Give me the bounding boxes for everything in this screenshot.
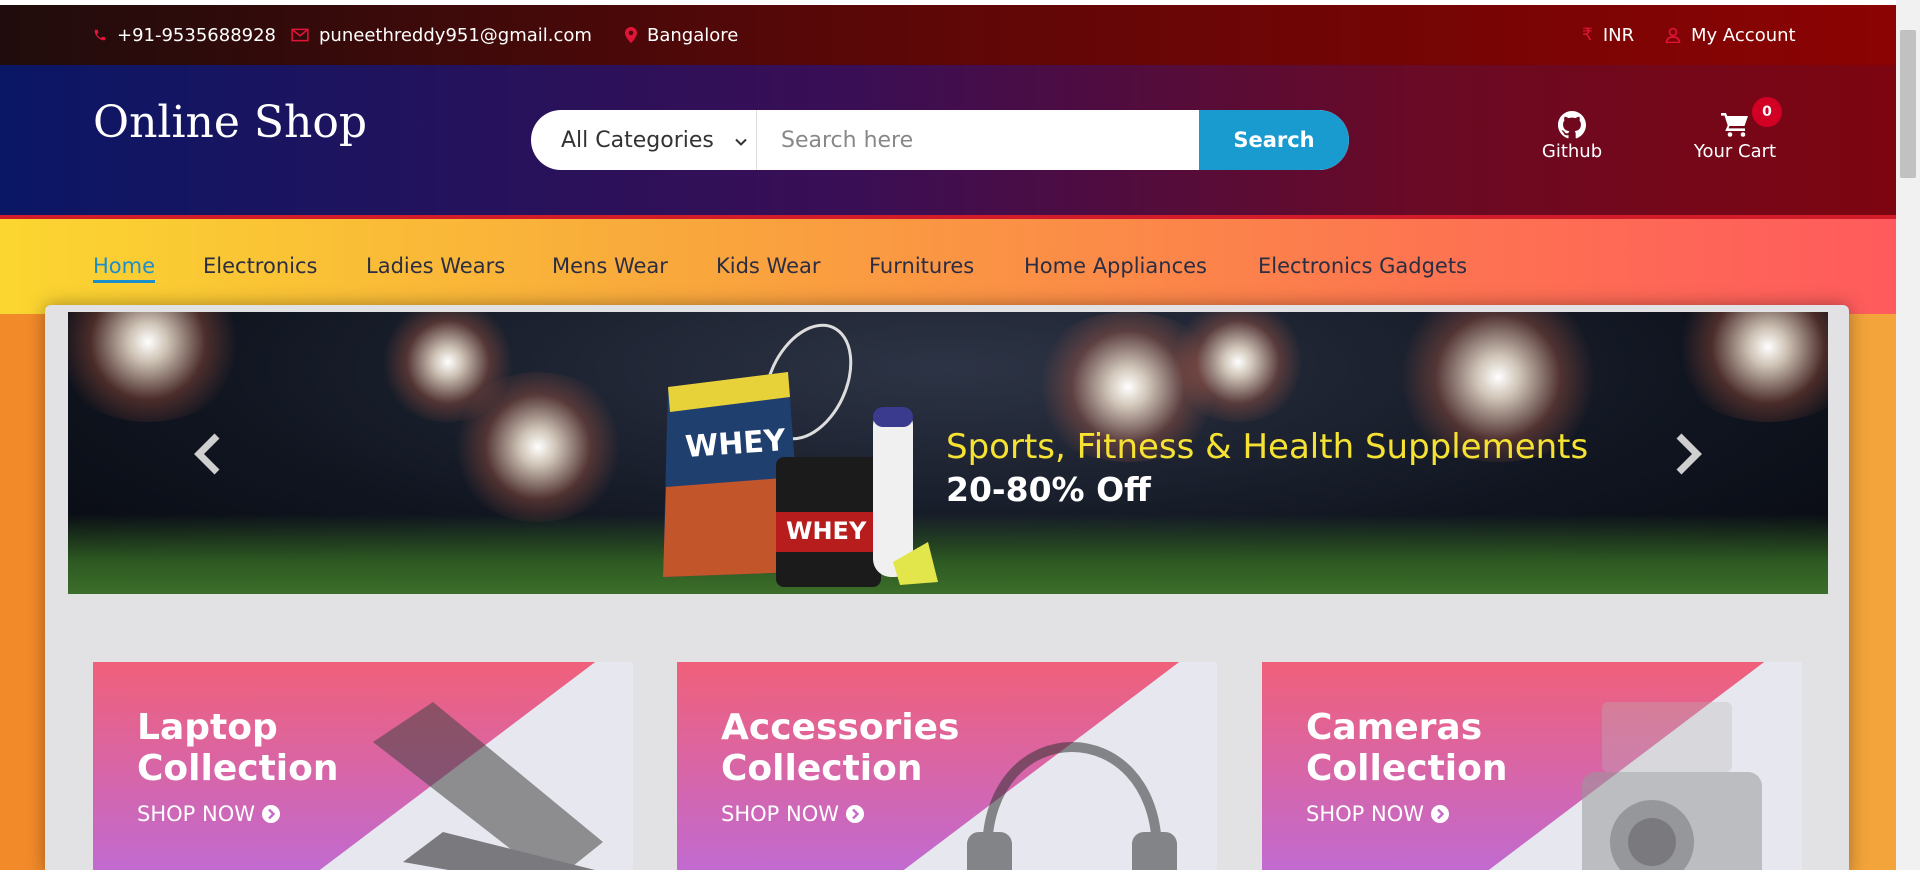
shop-now-link[interactable]: SHOP NOW bbox=[1306, 802, 1449, 826]
collection-title-line2: Collection bbox=[1306, 748, 1508, 789]
cart-icon: 0 bbox=[1692, 97, 1782, 139]
shop-now-label: SHOP NOW bbox=[721, 802, 839, 826]
nav-item-ladies-wears[interactable]: Ladies Wears bbox=[366, 254, 505, 278]
scrollbar-thumb[interactable] bbox=[1900, 30, 1916, 178]
collection-card-cameras[interactable]: Cameras Collection SHOP NOW bbox=[1262, 662, 1802, 870]
svg-text:WHEY: WHEY bbox=[786, 517, 867, 545]
page-scrollbar[interactable] bbox=[1896, 0, 1920, 870]
chevron-left-icon bbox=[194, 433, 220, 475]
collection-title: Cameras Collection bbox=[1306, 707, 1606, 789]
nav-item-electronics[interactable]: Electronics bbox=[203, 254, 317, 278]
search-input[interactable] bbox=[757, 110, 1199, 170]
search-bar: All Categories Search bbox=[531, 110, 1349, 170]
location-text: Bangalore bbox=[647, 24, 739, 46]
nav-item-kids-wear[interactable]: Kids Wear bbox=[716, 254, 821, 278]
nav-item-home[interactable]: Home bbox=[93, 254, 156, 283]
nav-item-home-appliances[interactable]: Home Appliances bbox=[1024, 254, 1207, 278]
shop-now-label: SHOP NOW bbox=[1306, 802, 1424, 826]
main-header: Online Shop All Categories Search Github… bbox=[0, 65, 1896, 219]
cart-label: Your Cart bbox=[1693, 141, 1777, 162]
collection-card-accessories[interactable]: Accessories Collection SHOP NOW bbox=[677, 662, 1217, 870]
shop-now-link[interactable]: SHOP NOW bbox=[721, 802, 864, 826]
nav-item-furnitures[interactable]: Furnitures bbox=[869, 254, 974, 278]
top-header: +91-9535688928 puneethreddy951@gmail.com… bbox=[0, 5, 1896, 65]
shop-now-link[interactable]: SHOP NOW bbox=[137, 802, 280, 826]
collection-title-line1: Laptop bbox=[137, 707, 278, 748]
stadium-light bbox=[68, 312, 248, 422]
collection-title-line1: Cameras bbox=[1306, 707, 1483, 748]
header-location[interactable]: Bangalore bbox=[625, 5, 738, 65]
chevron-down-icon bbox=[734, 130, 748, 155]
header-phone[interactable]: +91-9535688928 bbox=[93, 5, 276, 65]
main-navigation: Home Electronics Ladies Wears Mens Wear … bbox=[0, 219, 1896, 314]
map-marker-icon bbox=[625, 27, 637, 43]
carousel-next-button[interactable] bbox=[1673, 432, 1703, 486]
collection-title-line2: Collection bbox=[137, 748, 339, 789]
collection-title-line2: Collection bbox=[721, 748, 923, 789]
collection-title: Accessories Collection bbox=[721, 707, 1021, 789]
github-label: Github bbox=[1541, 141, 1603, 162]
github-icon bbox=[1537, 111, 1607, 139]
svg-text:WHEY: WHEY bbox=[684, 423, 788, 465]
chevron-right-icon bbox=[1676, 433, 1702, 475]
carousel-prev-button[interactable] bbox=[193, 432, 223, 486]
stadium-light bbox=[1668, 312, 1828, 422]
currency-label: INR bbox=[1602, 24, 1635, 46]
site-logo[interactable]: Online Shop bbox=[93, 97, 367, 148]
collection-title: Laptop Collection bbox=[137, 707, 437, 789]
header-email[interactable]: puneethreddy951@gmail.com bbox=[291, 5, 592, 65]
my-account-label: My Account bbox=[1691, 24, 1796, 46]
collection-card-laptop[interactable]: Laptop Collection SHOP NOW bbox=[93, 662, 633, 870]
category-selected-value: All Categories bbox=[561, 127, 714, 153]
github-link[interactable]: Github bbox=[1537, 111, 1607, 162]
banner-title: Sports, Fitness & Health Supplements bbox=[946, 427, 1589, 467]
collection-title-line1: Accessories bbox=[721, 707, 960, 748]
my-account-link[interactable]: My Account bbox=[1665, 5, 1796, 65]
cart-link[interactable]: 0 Your Cart bbox=[1692, 97, 1782, 162]
phone-number: +91-9535688928 bbox=[117, 24, 277, 46]
cart-count-badge: 0 bbox=[1752, 97, 1782, 127]
mail-icon bbox=[291, 28, 309, 42]
email-address: puneethreddy951@gmail.com bbox=[319, 24, 592, 46]
arrow-circle-right-icon bbox=[845, 805, 864, 823]
arrow-circle-right-icon bbox=[261, 805, 280, 823]
rupee-icon: ₹ bbox=[1582, 25, 1593, 45]
search-button[interactable]: Search bbox=[1199, 110, 1349, 170]
arrow-circle-right-icon bbox=[1430, 805, 1449, 823]
nav-item-electronics-gadgets[interactable]: Electronics Gadgets bbox=[1258, 254, 1467, 278]
phone-icon bbox=[93, 28, 107, 42]
user-icon bbox=[1665, 27, 1681, 43]
banner-subtitle: 20-80% Off bbox=[946, 470, 1151, 509]
hero-banner: WHEY WHEY Sports, Fitness & Health Suppl… bbox=[68, 312, 1828, 594]
currency-selector[interactable]: ₹ INR bbox=[1582, 5, 1634, 65]
stadium-light bbox=[448, 372, 628, 522]
stadium-light bbox=[1168, 312, 1308, 422]
nav-item-mens-wear[interactable]: Mens Wear bbox=[552, 254, 668, 278]
shop-now-label: SHOP NOW bbox=[137, 802, 255, 826]
category-select[interactable]: All Categories bbox=[531, 110, 757, 170]
